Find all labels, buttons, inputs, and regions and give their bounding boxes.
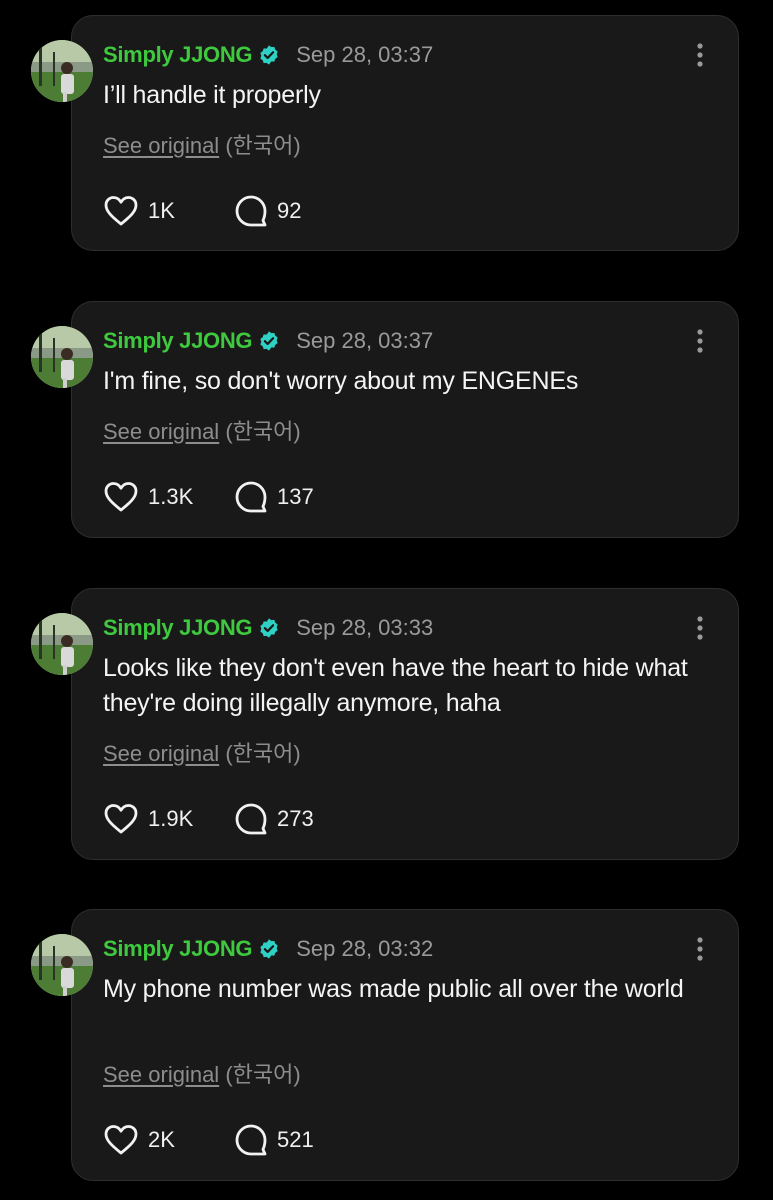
like-button[interactable]: 1K — [103, 195, 200, 227]
comment-icon — [235, 803, 267, 835]
post-actions: 1.3K 137 — [103, 479, 363, 515]
source-language: (한국어) — [225, 133, 301, 158]
more-options-icon[interactable] — [692, 936, 708, 962]
translation-note: See original (한국어) — [103, 736, 301, 768]
avatar[interactable] — [31, 613, 93, 675]
source-language: (한국어) — [225, 741, 301, 766]
post-card[interactable]: Simply JJONG Sep 28, 03:32 My phone numb… — [31, 909, 739, 1181]
post-header: Simply JJONG Sep 28, 03:37 — [103, 326, 433, 356]
see-original-link[interactable]: See original — [103, 1062, 219, 1087]
comment-count: 137 — [277, 484, 314, 509]
source-language: (한국어) — [225, 1062, 301, 1087]
see-original-link[interactable]: See original — [103, 133, 219, 158]
like-count: 2K — [148, 1127, 175, 1152]
heart-icon — [104, 804, 138, 834]
post-actions: 1.9K 273 — [103, 801, 363, 837]
avatar[interactable] — [31, 40, 93, 102]
more-options-icon[interactable] — [692, 615, 708, 641]
comment-button[interactable]: 273 — [234, 802, 329, 836]
source-language: (한국어) — [225, 419, 301, 444]
post-timestamp: Sep 28, 03:37 — [296, 42, 434, 67]
comment-count: 521 — [277, 1127, 314, 1152]
verified-badge-icon — [260, 45, 278, 65]
post-header: Simply JJONG Sep 28, 03:32 — [103, 934, 433, 964]
comment-button[interactable]: 137 — [234, 480, 329, 514]
post-actions: 1K 92 — [103, 193, 363, 229]
verified-badge-icon — [260, 618, 278, 638]
comment-icon — [235, 481, 267, 513]
avatar[interactable] — [31, 934, 93, 996]
avatar[interactable] — [31, 326, 93, 388]
avatar-image — [31, 613, 93, 675]
see-original-link[interactable]: See original — [103, 419, 219, 444]
see-original-link[interactable]: See original — [103, 741, 219, 766]
more-options-icon[interactable] — [692, 328, 708, 354]
author-name[interactable]: Simply JJONG — [103, 615, 253, 641]
post-header: Simply JJONG Sep 28, 03:33 — [103, 613, 433, 643]
heart-icon — [104, 482, 138, 512]
heart-icon — [104, 1125, 138, 1155]
avatar-image — [31, 326, 93, 388]
like-count: 1K — [148, 198, 175, 223]
like-button[interactable]: 1.3K — [103, 481, 200, 513]
post-card[interactable]: Simply JJONG Sep 28, 03:37 I'm fine, so … — [31, 301, 739, 538]
translation-note: See original (한국어) — [103, 1057, 301, 1089]
post-timestamp: Sep 28, 03:33 — [296, 615, 434, 640]
like-button[interactable]: 1.9K — [103, 803, 200, 835]
author-name[interactable]: Simply JJONG — [103, 936, 253, 962]
comment-icon — [235, 1124, 267, 1156]
comment-count: 273 — [277, 806, 314, 831]
author-name[interactable]: Simply JJONG — [103, 328, 253, 354]
translation-note: See original (한국어) — [103, 128, 301, 160]
post-text: My phone number was made public all over… — [103, 975, 684, 1003]
post-header: Simply JJONG Sep 28, 03:37 — [103, 40, 433, 70]
comment-icon — [235, 195, 267, 227]
comment-count: 92 — [277, 198, 302, 223]
avatar-image — [31, 40, 93, 102]
post-card[interactable]: Simply JJONG Sep 28, 03:33 Looks like th… — [31, 588, 739, 860]
post-timestamp: Sep 28, 03:32 — [296, 936, 434, 961]
like-count: 1.9K — [148, 806, 194, 831]
post-timestamp: Sep 28, 03:37 — [296, 328, 434, 353]
comment-button[interactable]: 92 — [234, 194, 329, 228]
avatar-image — [31, 934, 93, 996]
post-text: I’ll handle it properly — [103, 81, 321, 109]
post-actions: 2K 521 — [103, 1122, 363, 1158]
verified-badge-icon — [260, 331, 278, 351]
comment-button[interactable]: 521 — [234, 1123, 329, 1157]
post-text: Looks like they don't even have the hear… — [103, 654, 688, 717]
author-name[interactable]: Simply JJONG — [103, 42, 253, 68]
more-options-icon[interactable] — [692, 42, 708, 68]
post-text: I'm fine, so don't worry about my ENGENE… — [103, 367, 579, 395]
verified-badge-icon — [260, 939, 278, 959]
heart-icon — [104, 196, 138, 226]
translation-note: See original (한국어) — [103, 414, 301, 446]
post-card[interactable]: Simply JJONG Sep 28, 03:37 I’ll handle i… — [31, 15, 739, 251]
like-button[interactable]: 2K — [103, 1124, 200, 1156]
like-count: 1.3K — [148, 484, 194, 509]
